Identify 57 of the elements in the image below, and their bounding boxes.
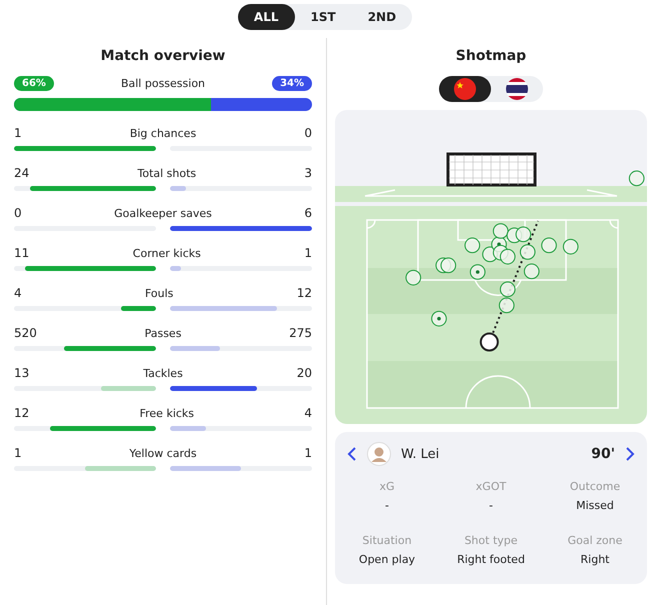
flag-icon (506, 78, 528, 100)
away-value: 0 (304, 126, 312, 140)
away-value: 275 (289, 326, 312, 340)
stat-label: Big chances (130, 126, 196, 140)
away-value: 3 (304, 166, 312, 180)
stat-label: Fouls (144, 286, 174, 300)
player-name: W. Lei (401, 446, 440, 462)
away-percentage: 34% (272, 76, 312, 91)
detail-label: Outcome (570, 480, 620, 493)
home-value: 0 (14, 206, 22, 220)
detail-value: Missed (576, 499, 614, 512)
stat-label: Goalkeeper saves (114, 206, 212, 220)
period-tab[interactable]: 1ST (294, 4, 352, 30)
detail-value: Right footed (457, 553, 525, 566)
home-value: 24 (14, 166, 30, 180)
home-percentage: 66% (14, 76, 54, 91)
stat-label: Total shots (137, 166, 196, 180)
avatar-icon (367, 442, 391, 466)
next-button[interactable] (625, 446, 635, 462)
detail-label: Shot type (464, 534, 518, 547)
away-value: 20 (296, 366, 312, 380)
stat-label: Yellow cards (129, 446, 197, 460)
detail-label: Goal zone (568, 534, 622, 547)
home-value: 520 (14, 326, 37, 340)
detail-value: - (385, 499, 389, 512)
detail-value: - (489, 499, 493, 512)
detail-label: xGOT (476, 480, 506, 493)
shot-minute: 90' (591, 446, 615, 462)
home-value: 11 (14, 246, 30, 260)
home-value: 1 (14, 446, 22, 460)
home-value: 4 (14, 286, 22, 300)
away-value: 12 (296, 286, 312, 300)
stat-label: Ball possession (120, 77, 206, 90)
chevron-right-icon (625, 446, 635, 462)
detail-value: Open play (358, 553, 416, 566)
home-value: 12 (14, 406, 30, 420)
detail-label: xG (379, 480, 395, 493)
flag-icon (454, 78, 476, 100)
chevron-left-icon (347, 446, 357, 462)
detail-label: Situation (362, 534, 412, 547)
stat-label: Free kicks (140, 406, 194, 420)
stat-label: Corner kicks (132, 246, 201, 260)
team-button[interactable] (439, 76, 491, 102)
stat-label: Tackles (143, 366, 183, 380)
home-value: 13 (14, 366, 30, 380)
period-tab[interactable]: ALL (238, 4, 295, 30)
away-value: 6 (304, 206, 312, 220)
period-tab[interactable]: 2ND (352, 4, 412, 30)
away-value: 4 (304, 406, 312, 420)
away-value: 1 (304, 246, 312, 260)
previous-button[interactable] (347, 446, 357, 462)
away-value: 1 (304, 446, 312, 460)
detail-value: Right (580, 553, 610, 566)
section-title: Match overview (100, 48, 226, 64)
home-value: 1 (14, 126, 22, 140)
stat-label: Passes (144, 326, 182, 340)
section-title: Shotmap (456, 48, 526, 64)
